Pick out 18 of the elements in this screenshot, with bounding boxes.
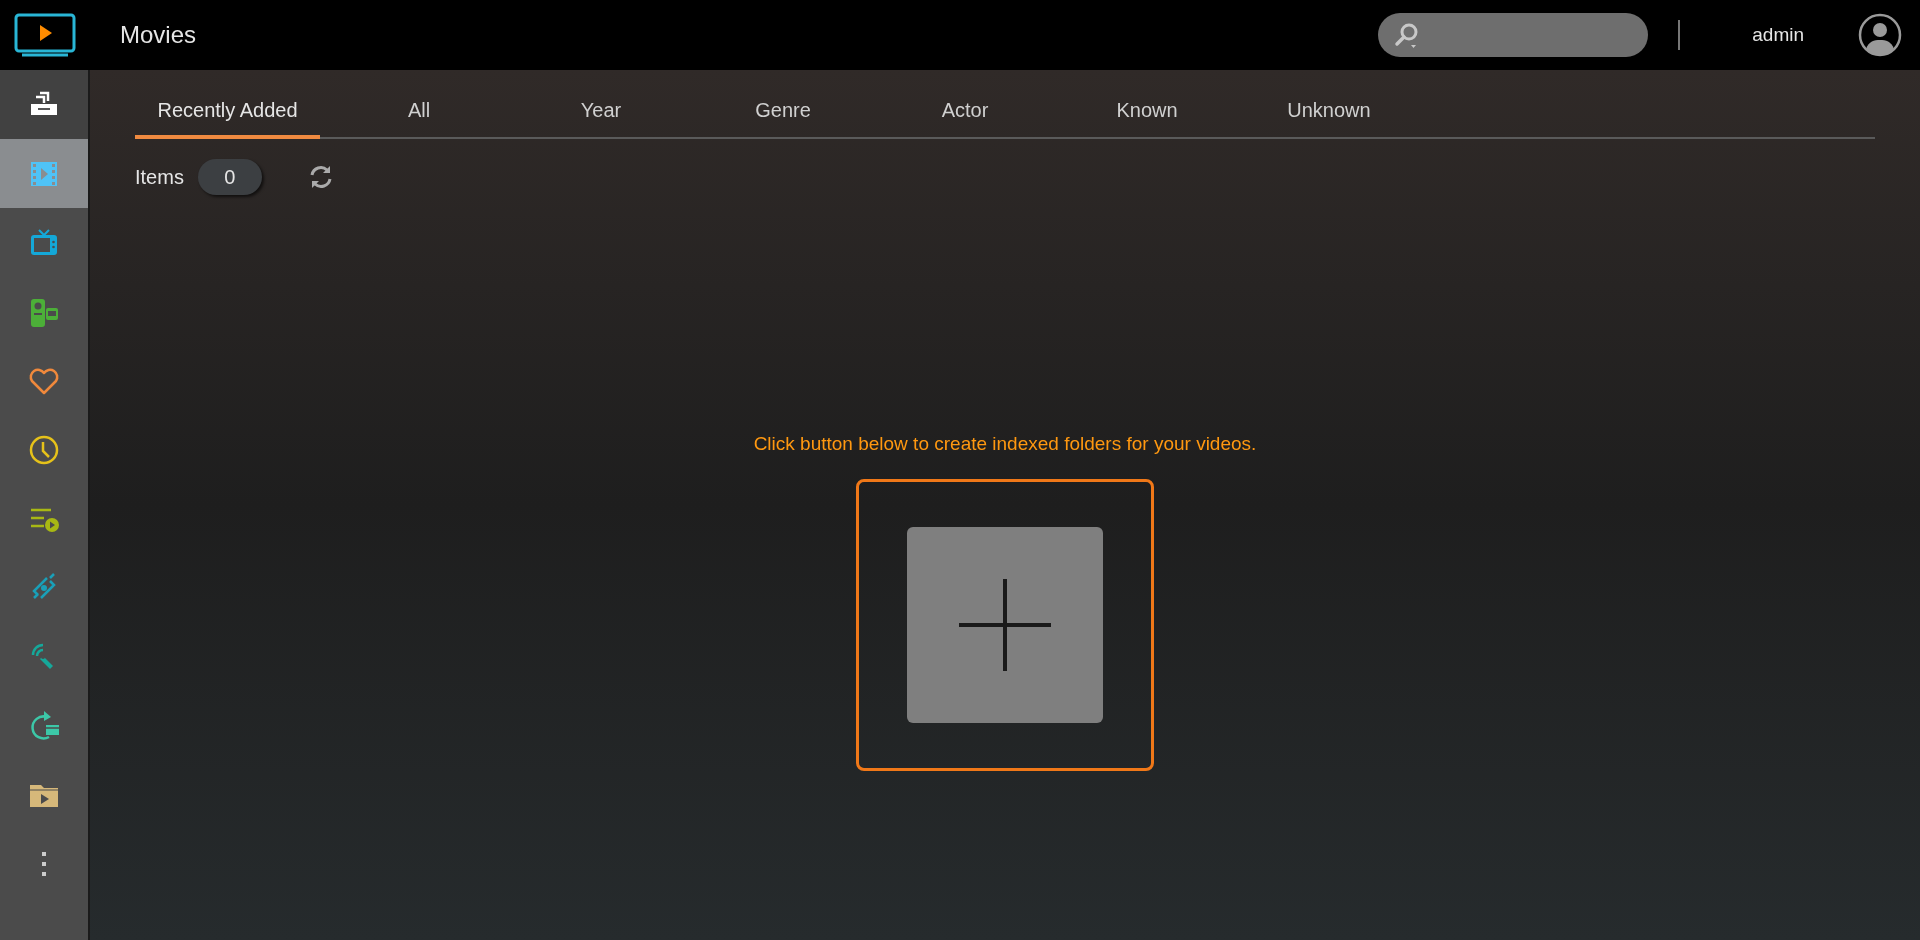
page-title: Movies — [120, 20, 197, 50]
username[interactable]: admin — [1752, 20, 1804, 50]
tab[interactable]: Year — [510, 87, 692, 139]
sidebar-item[interactable] — [0, 70, 88, 139]
add-folder-button[interactable] — [907, 526, 1103, 723]
tab[interactable]: Actor — [874, 87, 1056, 139]
tab[interactable]: Unknown — [1238, 87, 1420, 139]
tab[interactable]: Genre — [692, 87, 874, 139]
plus-icon — [959, 578, 1051, 671]
items-count: 0 — [197, 159, 262, 195]
empty-state-message: Click button below to create indexed folders for your videos. — [753, 432, 1257, 456]
user-avatar-icon[interactable] — [1858, 13, 1902, 57]
search-field[interactable] — [1378, 13, 1649, 57]
tab[interactable]: All — [328, 87, 510, 139]
tv-play-logo-icon — [14, 13, 76, 57]
items-label: Items — [135, 165, 184, 190]
tab[interactable]: Known — [1056, 87, 1238, 139]
tab[interactable]: Recently Added — [135, 87, 320, 139]
